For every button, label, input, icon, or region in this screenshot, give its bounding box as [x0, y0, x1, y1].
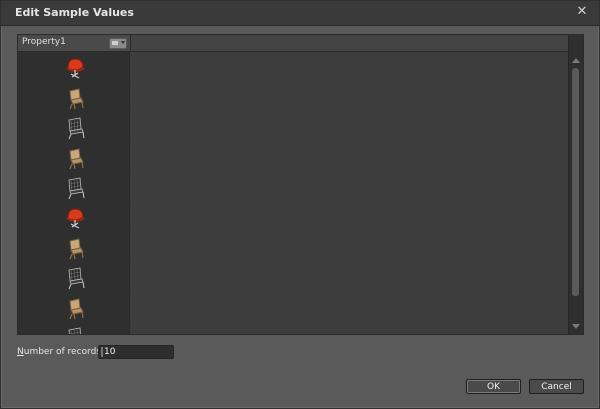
property1-cell[interactable] [18, 172, 130, 202]
empty-cell [131, 232, 571, 262]
scroll-down-icon[interactable] [572, 324, 580, 329]
property1-cell[interactable] [18, 112, 130, 142]
table-row[interactable] [18, 232, 571, 262]
column-header-property1[interactable]: Property1 [18, 35, 131, 51]
chair-wood-icon [62, 84, 88, 110]
property1-cell[interactable] [18, 262, 130, 292]
column-header-label: Property1 [22, 37, 66, 47]
cancel-button[interactable]: Cancel [529, 379, 584, 394]
chevron-down-icon [121, 41, 125, 44]
chair-mesh-icon [62, 174, 88, 200]
empty-cell [131, 292, 571, 322]
chair-wood-icon [62, 144, 88, 170]
chair-red-icon [62, 54, 88, 80]
property1-cell[interactable] [18, 82, 130, 112]
vertical-scrollbar[interactable] [568, 35, 583, 334]
empty-cell [131, 202, 571, 232]
table-row[interactable] [18, 322, 571, 334]
number-of-records-label: Number of records [17, 347, 101, 357]
input-caret [101, 347, 103, 357]
title-bar: Edit Sample Values ✕ [1, 1, 599, 26]
scroll-up-icon[interactable] [572, 58, 580, 63]
table-row[interactable] [18, 172, 571, 202]
chair-red-icon [62, 204, 88, 230]
property1-cell[interactable] [18, 202, 130, 232]
dialog-title: Edit Sample Values [15, 6, 134, 19]
number-of-records-value: 10 [104, 347, 116, 357]
property1-cell[interactable] [18, 322, 130, 334]
empty-cell [131, 82, 571, 112]
empty-cell [131, 172, 571, 202]
sample-values-grid: Property1 [17, 34, 584, 335]
empty-cell [131, 262, 571, 292]
chair-mesh-icon [62, 114, 88, 140]
close-icon[interactable]: ✕ [575, 5, 589, 19]
ok-button[interactable]: OK [466, 379, 521, 394]
table-row[interactable] [18, 52, 571, 82]
property1-cell[interactable] [18, 232, 130, 262]
scroll-thumb[interactable] [572, 68, 579, 296]
table-row[interactable] [18, 82, 571, 112]
property1-cell[interactable] [18, 292, 130, 322]
column-type-dropdown-button[interactable] [109, 38, 127, 49]
table-row[interactable] [18, 142, 571, 172]
chair-wood-icon [62, 294, 88, 320]
empty-cell [131, 52, 571, 82]
number-of-records-input[interactable]: 10 [98, 345, 174, 359]
empty-cell [131, 142, 571, 172]
chair-wood-icon [62, 234, 88, 260]
empty-cell [131, 322, 571, 334]
grid-rows [18, 52, 571, 334]
dialog-window: Edit Sample Values ✕ Property1 Number of… [0, 0, 600, 409]
table-row[interactable] [18, 262, 571, 292]
chair-mesh-icon [62, 264, 88, 290]
table-row[interactable] [18, 292, 571, 322]
property1-cell[interactable] [18, 52, 130, 82]
chair-mesh-icon [62, 324, 88, 334]
table-row[interactable] [18, 202, 571, 232]
table-row[interactable] [18, 112, 571, 142]
empty-cell [131, 112, 571, 142]
image-icon [112, 41, 118, 45]
grid-header: Property1 [18, 35, 571, 52]
property1-cell[interactable] [18, 142, 130, 172]
